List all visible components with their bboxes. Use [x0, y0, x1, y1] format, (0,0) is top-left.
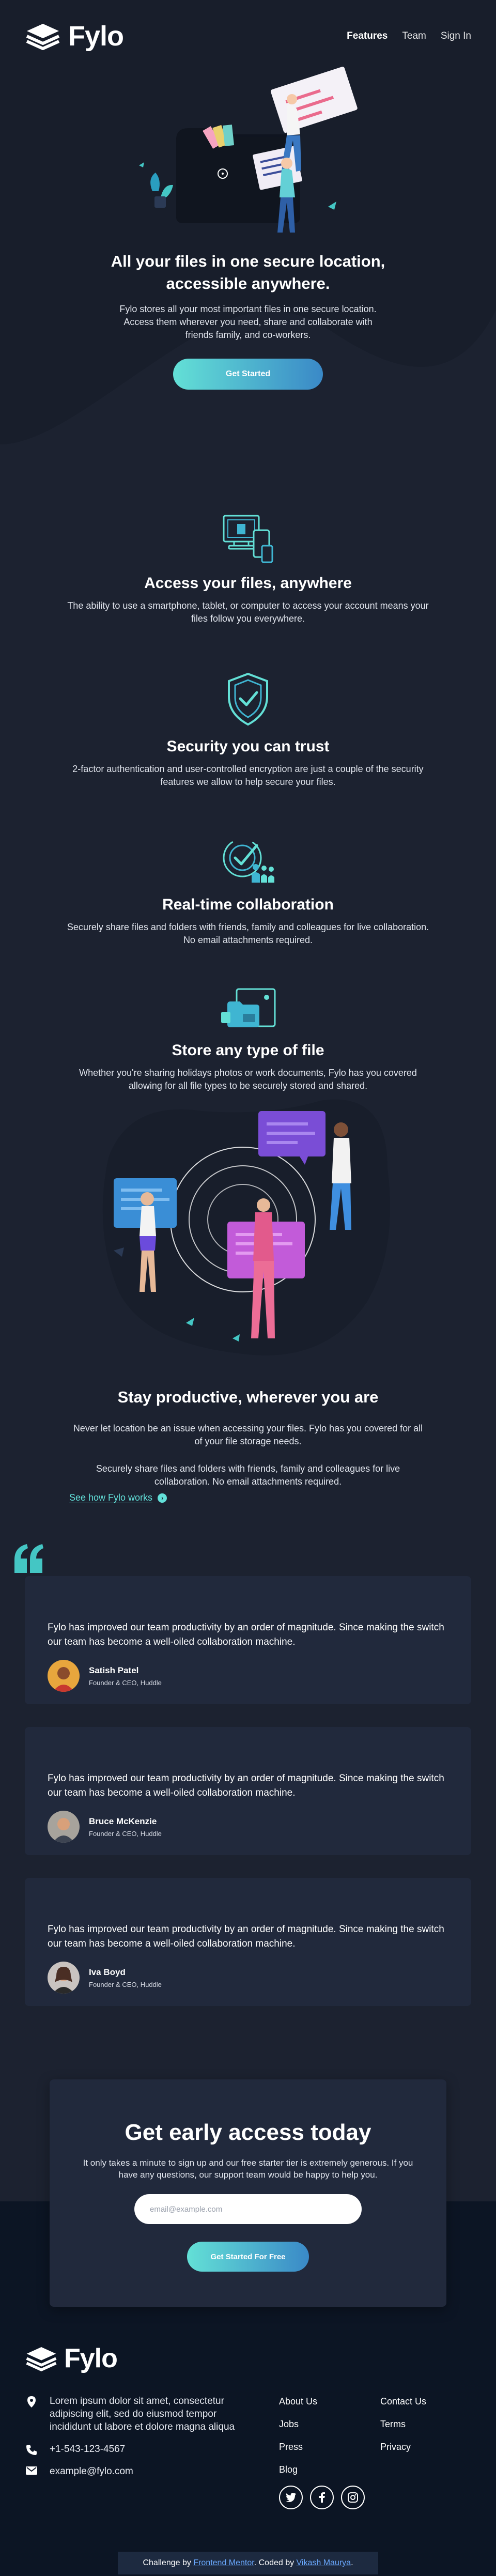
footer-address-row: Lorem ipsum dolor sit amet, consectetur …	[25, 2395, 242, 2433]
location-pin-icon	[25, 2395, 38, 2433]
early-access-title: Get early access today	[125, 2120, 371, 2145]
productive-title: Stay productive, wherever you are	[117, 1388, 379, 1406]
footer-link-press[interactable]: Press	[279, 2441, 317, 2452]
testimonial-card: Fylo has improved our team productivity …	[25, 1576, 471, 1704]
page: Fylo Features Team Sign In All your file…	[0, 0, 496, 2576]
hero-illustration	[139, 67, 358, 233]
productive-text-1: Never let location be an issue when acce…	[73, 1423, 423, 1446]
nav-sign-in[interactable]: Sign In	[441, 30, 471, 42]
main-nav: Features Team Sign In	[347, 30, 471, 42]
productive-illustration	[102, 1099, 390, 1355]
nav-features[interactable]: Features	[347, 30, 388, 42]
security-shield-icon	[228, 672, 268, 726]
footer-links-col2: Contact Us Terms Privacy	[380, 2396, 426, 2464]
footer-link-about-us[interactable]: About Us	[279, 2396, 317, 2407]
avatar	[48, 1660, 80, 1692]
logo[interactable]: Fylo	[25, 20, 124, 52]
footer-phone-row: +1-543-123-4567	[25, 2443, 242, 2456]
testimonial-card: Fylo has improved our team productivity …	[25, 1878, 471, 2006]
any-file-icon	[221, 988, 276, 1027]
footer-address: Lorem ipsum dolor sit amet, consectetur …	[50, 2396, 235, 2432]
social-links	[279, 2486, 365, 2509]
footer-contact: Lorem ipsum dolor sit amet, consectetur …	[25, 2395, 242, 2487]
logo-icon	[26, 24, 60, 50]
person-name: Bruce McKenzie	[89, 1816, 157, 1826]
feature-text-access: The ability to use a smartphone, tablet,…	[67, 600, 429, 624]
person-name: Iva Boyd	[89, 1967, 126, 1977]
feature-title-security: Security you can trust	[166, 738, 330, 755]
author-link[interactable]: Vikash Maurya	[297, 2558, 351, 2567]
testimonial-person: Iva Boyd Founder & CEO, Huddle	[48, 1962, 448, 1994]
arrow-right-icon: ›	[158, 1493, 167, 1503]
quote-icon	[14, 1544, 43, 1573]
feature-title-collaboration: Real-time collaboration	[162, 896, 334, 913]
hero-text: Fylo stores all your most important file…	[119, 304, 377, 340]
footer-link-privacy[interactable]: Privacy	[380, 2441, 426, 2452]
email-field[interactable]	[134, 2194, 362, 2224]
testimonial-card: Fylo has improved our team productivity …	[25, 1727, 471, 1855]
testimonial-quote: Fylo has improved our team productivity …	[48, 1622, 444, 1647]
twitter-icon[interactable]	[279, 2486, 303, 2509]
feature-text-file-types: Whether you're sharing holidays photos o…	[79, 1068, 417, 1091]
access-anywhere-icon	[223, 515, 273, 563]
logo-text: Fylo	[68, 21, 124, 52]
feature-title-file-types: Store any type of file	[172, 1042, 324, 1059]
attribution-mid: . Coded by	[254, 2558, 297, 2567]
instagram-icon[interactable]	[341, 2486, 365, 2509]
feature-file-types: Store any type of file Whether you're sh…	[0, 985, 496, 1092]
email-icon	[25, 2465, 38, 2478]
nav-team[interactable]: Team	[402, 30, 426, 42]
testimonial-quote: Fylo has improved our team productivity …	[48, 1773, 444, 1798]
feature-access: Access your files, anywhere The ability …	[0, 513, 496, 625]
feature-security: Security you can trust 2-factor authenti…	[0, 671, 496, 789]
testimonial-person: Satish Patel Founder & CEO, Huddle	[48, 1660, 448, 1692]
footer-phone[interactable]: +1-543-123-4567	[50, 2443, 125, 2456]
testimonial-person: Bruce McKenzie Founder & CEO, Huddle	[48, 1811, 448, 1843]
hero-title: All your files in one secure location, a…	[111, 252, 385, 292]
feature-title-access: Access your files, anywhere	[144, 575, 352, 592]
get-started-free-button[interactable]: Get Started For Free	[187, 2242, 309, 2272]
early-access-card: Get early access today It only takes a m…	[50, 2079, 446, 2307]
person-role: Founder & CEO, Huddle	[89, 1678, 162, 1687]
attribution: Challenge by Frontend Mentor. Coded by V…	[118, 2552, 378, 2574]
footer-email-row: example@fylo.com	[25, 2465, 242, 2478]
footer-link-blog[interactable]: Blog	[279, 2464, 317, 2475]
logo-icon	[26, 2347, 57, 2371]
attribution-prefix: Challenge by	[143, 2558, 194, 2567]
footer-logo[interactable]: Fylo	[25, 2343, 118, 2374]
productive-text-2: Securely share files and folders with fr…	[96, 1463, 400, 1487]
footer-email[interactable]: example@fylo.com	[50, 2465, 133, 2478]
avatar	[48, 1962, 80, 1994]
see-how-link-label: See how Fylo works	[69, 1492, 153, 1503]
phone-icon	[25, 2443, 38, 2456]
feature-text-collaboration: Securely share files and folders with fr…	[67, 922, 429, 945]
logo-text: Fylo	[64, 2343, 118, 2373]
see-how-fylo-works-link[interactable]: See how Fylo works ›	[69, 1492, 167, 1503]
feature-collaboration: Real-time collaboration Securely share f…	[0, 835, 496, 947]
footer-links-col1: About Us Jobs Press Blog	[279, 2396, 317, 2487]
footer-link-terms[interactable]: Terms	[380, 2418, 426, 2430]
get-started-button[interactable]: Get Started	[173, 359, 323, 390]
attribution-suffix: .	[351, 2558, 353, 2567]
person-role: Founder & CEO, Huddle	[89, 1980, 162, 1988]
person-name: Satish Patel	[89, 1665, 139, 1675]
person-role: Founder & CEO, Huddle	[89, 1829, 162, 1838]
footer-link-contact-us[interactable]: Contact Us	[380, 2396, 426, 2407]
avatar	[48, 1811, 80, 1843]
early-access-text: It only takes a minute to sign up and ou…	[83, 2158, 413, 2180]
feature-text-security: 2-factor authentication and user-control…	[72, 764, 424, 787]
footer-link-jobs[interactable]: Jobs	[279, 2418, 317, 2430]
site-header: Fylo Features Team Sign In	[0, 0, 496, 72]
facebook-icon[interactable]	[310, 2486, 334, 2509]
frontend-mentor-link[interactable]: Frontend Mentor	[193, 2558, 254, 2567]
collaboration-icon	[223, 838, 274, 883]
testimonial-quote: Fylo has improved our team productivity …	[48, 1924, 444, 1949]
